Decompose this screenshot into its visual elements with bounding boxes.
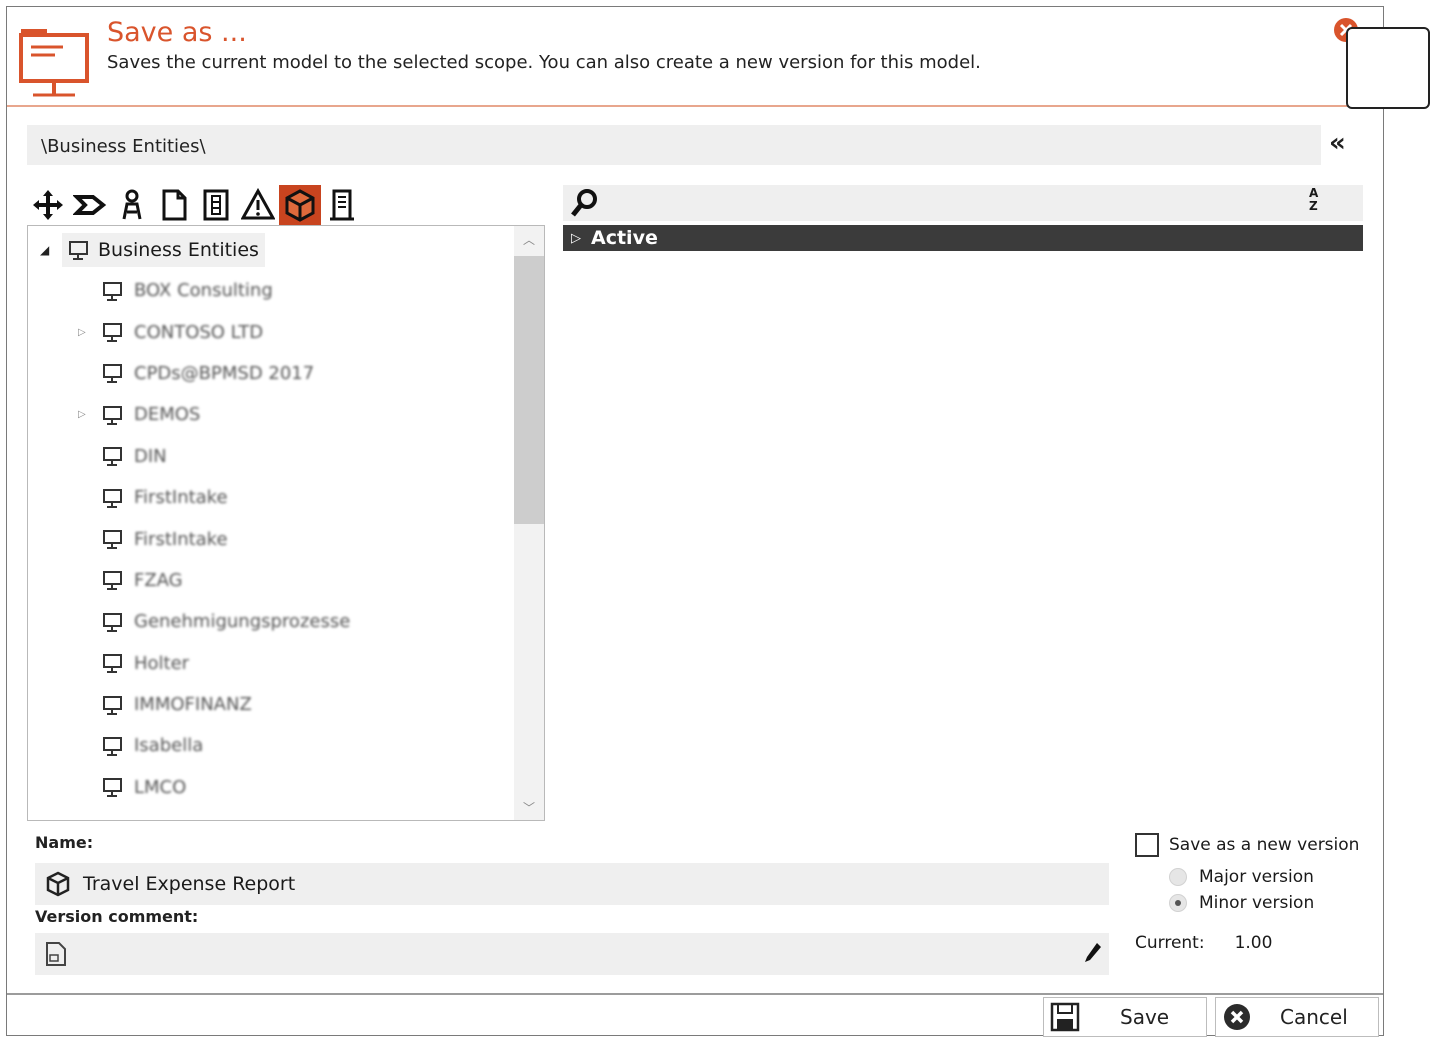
tree-item-label: DIN [134,445,167,467]
folder-board-icon [103,695,122,715]
building-icon[interactable] [321,185,363,225]
expand-arrow-icon[interactable]: ▷ [78,409,86,420]
minor-version-label: Minor version [1199,893,1315,913]
tree-item[interactable]: FirstIntake [28,518,514,559]
name-value: Travel Expense Report [83,873,296,895]
dialog-description: Saves the current model to the selected … [107,52,981,73]
folder-board-icon [103,654,122,674]
name-field[interactable]: Travel Expense Report [35,863,1109,905]
folder-board-icon [103,447,122,467]
name-label: Name: [35,833,94,852]
scroll-thumb[interactable] [514,256,544,524]
tree-scrollbar[interactable]: ︿ ﹀ [514,226,544,820]
tree-item[interactable]: Isabella [28,725,514,766]
tree-root-node[interactable]: ◢ Business Entities [40,230,265,270]
process-icon[interactable] [69,185,111,225]
tree-item[interactable]: ▷ CONTOSO LTD [28,311,514,352]
tree-children: BOX Consulting ▷ CONTOSO LTD CPDs@BPMSD 201… [28,270,514,808]
tree-root-label: Business Entities [98,239,259,261]
warning-icon[interactable] [237,185,279,225]
folder-board-icon [103,571,122,591]
major-version-label: Major version [1199,867,1314,887]
floppy-icon [1050,1002,1080,1032]
expand-arrow-icon[interactable]: ▷ [78,327,86,338]
dialog-title: Save as ... [107,17,247,48]
tree-item-label: CPDs@BPMSD 2017 [134,362,315,384]
save-button[interactable]: Save [1043,997,1207,1037]
tree-item-label: FirstIntake [134,528,228,550]
tree-item[interactable]: Holter [28,643,514,684]
scope-path-bar: \Business Entities\ [27,125,1321,165]
tree-item-label: CONTOSO LTD [134,321,264,343]
save-new-version-checkbox[interactable] [1135,833,1159,857]
folder-board-icon [103,530,122,550]
folder-board-icon [69,241,88,260]
cancel-button[interactable]: Cancel [1215,997,1379,1037]
pencil-icon[interactable] [1083,941,1103,965]
expand-triangle-icon[interactable]: ▷ [571,231,581,246]
cube-outline-icon [46,871,70,897]
tree-item[interactable]: DIN [28,436,514,477]
scroll-up-icon[interactable]: ︿ [514,226,544,252]
folder-board-icon [103,364,122,384]
cancel-button-label: Cancel [1280,1005,1348,1029]
sort-az-icon[interactable]: A Z [1309,187,1357,219]
tree-item[interactable]: IMMOFINANZ [28,684,514,725]
move-icon[interactable] [27,185,69,225]
collapse-button[interactable]: « [1329,130,1346,156]
version-comment-field[interactable] [35,933,1109,975]
footer-divider [7,993,1383,995]
major-version-radio[interactable] [1169,868,1187,886]
tree-item[interactable]: LMCO [28,767,514,808]
folder-board-icon [103,736,122,756]
save-button-label: Save [1120,1005,1170,1029]
tree-item[interactable]: Genehmigungsprozesse [28,601,514,642]
dialog-header: Save as ... Saves the current model to t… [7,7,1383,107]
cube-icon[interactable] [279,185,321,225]
folder-board-icon [103,488,122,508]
tree-item[interactable]: FirstIntake [28,477,514,518]
person-icon[interactable] [111,185,153,225]
group-row-active[interactable]: ▷ Active [563,225,1363,251]
document-icon[interactable] [153,185,195,225]
search-icon[interactable] [569,187,601,219]
folder-board-icon [103,612,122,632]
tree-item-label: Holter [134,652,190,674]
comment-document-icon [46,942,66,966]
gauge-icon[interactable] [195,185,237,225]
tree-item-label: BOX Consulting [134,280,273,302]
minor-version-radio[interactable] [1169,894,1187,912]
save-new-version-label: Save as a new version [1169,835,1360,855]
scroll-down-icon[interactable]: ﹀ [514,794,544,820]
tree-item-label: Isabella [134,735,204,757]
overlay-box [1346,27,1430,109]
group-label: Active [591,227,658,249]
tree-item[interactable]: CPDs@BPMSD 2017 [28,353,514,394]
cancel-icon [1224,1004,1250,1030]
tree-item-label: DEMOS [134,404,201,426]
search-bar[interactable]: A Z [563,185,1363,221]
save-as-dialog: Save as ... Saves the current model to t… [6,6,1385,1037]
tree-item-label: Genehmigungsprozesse [134,611,351,633]
current-version-value: 1.00 [1234,933,1273,953]
tree-item-label: LMCO [134,776,187,798]
scope-toolbar [27,185,363,225]
tree-item[interactable]: BOX Consulting [28,270,514,311]
folder-board-icon [103,323,122,343]
tree-item-label: FZAG [134,569,183,591]
version-comment-label: Version comment: [35,907,199,926]
tree-item-label: IMMOFINANZ [134,694,252,716]
tree-item-label: FirstIntake [134,487,228,509]
folder-board-icon [103,778,122,798]
current-version-label: Current: [1135,933,1205,953]
collapse-caret-icon[interactable]: ◢ [40,243,62,257]
version-panel: Save as a new version Major version Mino… [1135,833,1385,953]
tree-item[interactable]: FZAG [28,560,514,601]
sort-label-bottom: Z [1309,199,1318,213]
scope-tree: ◢ Business Entities BOX Consulting ▷ CONTO… [27,225,545,821]
folder-board-icon [103,405,122,425]
model-board-icon [19,29,89,97]
folder-board-icon [103,281,122,301]
tree-item[interactable]: ▷ DEMOS [28,394,514,435]
